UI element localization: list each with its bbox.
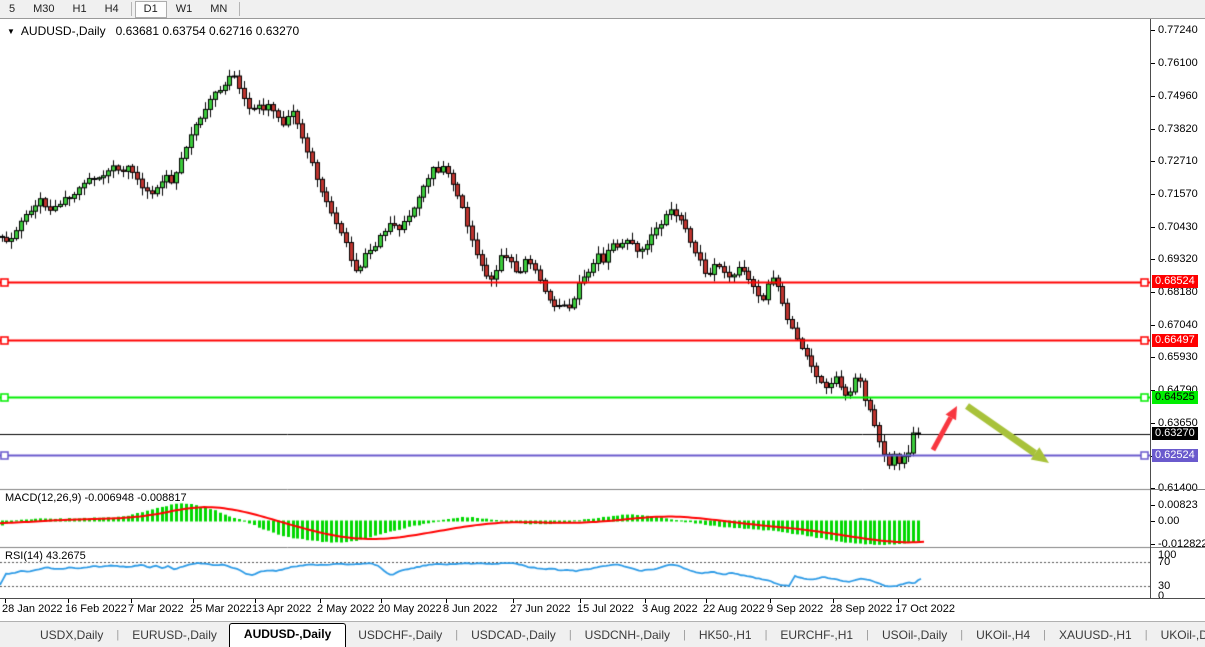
- macd-axis-tick: 0.00823: [1158, 499, 1198, 511]
- price-axis-tick: 0.76100: [1158, 57, 1198, 69]
- tab-ukoil-daily[interactable]: UKOil-,Daily: [1149, 625, 1205, 647]
- tab-usdx-daily[interactable]: USDX,Daily: [28, 625, 115, 647]
- date-axis-label: 9 Sep 2022: [767, 603, 824, 615]
- timeframe-button-w1[interactable]: W1: [167, 1, 202, 17]
- date-axis-label: 28 Sep 2022: [830, 603, 893, 615]
- price-axis-tick-mark: [1151, 96, 1155, 97]
- date-axis-label: 28 Jan 2022: [2, 603, 63, 615]
- macd-axis-tick-mark: [1151, 521, 1155, 522]
- timeframe-button-h1[interactable]: H1: [64, 1, 96, 17]
- price-axis-tick-mark: [1151, 325, 1155, 326]
- macd-axis-tick: 0.00: [1158, 515, 1180, 527]
- toolbar-separator: [239, 2, 241, 16]
- price-axis-tick: 0.67040: [1158, 319, 1198, 331]
- price-axis-tick: 0.73820: [1158, 123, 1198, 135]
- price-level-tag-0.63270: 0.63270: [1152, 427, 1198, 440]
- tab-hk50-h1[interactable]: HK50-,H1: [687, 625, 764, 647]
- tab-ukoil-h4[interactable]: UKOil-,H4: [964, 625, 1042, 647]
- rsi-axis-tick: 70: [1158, 556, 1171, 568]
- price-level-tag-0.66497: 0.66497: [1152, 334, 1198, 347]
- toolbar-separator: [130, 2, 132, 16]
- price-axis-tick-mark: [1151, 423, 1155, 424]
- tab-usdchf-daily[interactable]: USDCHF-,Daily: [346, 625, 454, 647]
- chart-tab-bar: USDX,Daily | EURUSD-,Daily AUDUSD-,Daily USD…: [0, 621, 1205, 647]
- timeframe-button-m30[interactable]: M30: [24, 1, 63, 17]
- price-axis-tick-mark: [1151, 292, 1155, 293]
- tab-eurusd-daily[interactable]: EURUSD-,Daily: [120, 625, 229, 647]
- timeframe-button-d1[interactable]: D1: [134, 0, 167, 18]
- price-level-tag-0.62524: 0.62524: [1152, 449, 1198, 462]
- timeframe-button-mn[interactable]: MN: [201, 1, 236, 17]
- date-axis-label: 17 Oct 2022: [895, 603, 955, 615]
- price-axis-tick: 0.61400: [1158, 482, 1198, 494]
- timeframe-button-h4[interactable]: H4: [96, 1, 128, 17]
- price-axis-tick-mark: [1151, 357, 1155, 358]
- tab-eurchf-h1[interactable]: EURCHF-,H1: [768, 625, 865, 647]
- price-axis-tick-mark: [1151, 194, 1155, 195]
- price-axis-tick: 0.69320: [1158, 253, 1198, 265]
- date-axis-label: 15 Jul 2022: [577, 603, 634, 615]
- price-axis-tick-mark: [1151, 63, 1155, 64]
- date-axis-label: 25 Mar 2022: [190, 603, 252, 615]
- price-axis-tick: 0.77240: [1158, 24, 1198, 36]
- date-axis-label: 20 May 2022: [378, 603, 442, 615]
- price-axis-tick: 0.72710: [1158, 155, 1198, 167]
- tab-xauusd-h1[interactable]: XAUUSD-,H1: [1047, 625, 1144, 647]
- price-axis-tick-mark: [1151, 259, 1155, 260]
- date-axis-label: 2 May 2022: [317, 603, 375, 615]
- price-axis-tick-mark: [1151, 161, 1155, 162]
- chart-region: ▼ AUDUSD-,Daily 0.63681 0.63754 0.62716 …: [0, 19, 1205, 602]
- date-axis-label: 3 Aug 2022: [642, 603, 698, 615]
- tab-audusd-daily[interactable]: AUDUSD-,Daily: [228, 623, 347, 647]
- price-axis-tick-mark: [1151, 129, 1155, 130]
- tab-usdcad-daily[interactable]: USDCAD-,Daily: [459, 625, 568, 647]
- price-axis: 0.77240 0.76100 0.74960 0.73820 0.72710 0.715…: [1150, 19, 1205, 602]
- timeframe-toolbar: 5 M30 H1 H4 D1 W1 MN: [0, 0, 1205, 19]
- date-axis-label: 22 Aug 2022: [703, 603, 765, 615]
- tab-usdcnh-daily[interactable]: USDCNH-,Daily: [573, 625, 682, 647]
- date-axis-label: 27 Jun 2022: [510, 603, 571, 615]
- price-level-tag-0.64525: 0.64525: [1152, 391, 1198, 404]
- price-axis-tick: 0.74960: [1158, 90, 1198, 102]
- date-axis-label: 13 Apr 2022: [252, 603, 312, 615]
- panel-separator: [1151, 489, 1205, 490]
- date-axis-label: 16 Feb 2022: [65, 603, 127, 615]
- price-axis-tick-mark: [1151, 30, 1155, 31]
- price-chart-canvas[interactable]: [0, 19, 1150, 598]
- price-axis-tick-mark: [1151, 227, 1155, 228]
- price-level-tag-0.68524: 0.68524: [1152, 275, 1198, 288]
- timeframe-button-5[interactable]: 5: [0, 1, 24, 17]
- price-axis-tick: 0.65930: [1158, 351, 1198, 363]
- tab-usoil-daily[interactable]: USOil-,Daily: [870, 625, 959, 647]
- trading-terminal-window: 5M30H1H4 D1W1MN ▼ AUDUSD-,Daily 0.63681 0…: [0, 0, 1205, 647]
- price-axis-tick: 0.70430: [1158, 221, 1198, 233]
- date-axis: 28 Jan 2022 16 Feb 2022 7 Mar 2022 25 Mar 2…: [0, 598, 1205, 622]
- price-axis-tick: 0.71570: [1158, 188, 1198, 200]
- date-axis-label: 8 Jun 2022: [443, 603, 498, 615]
- macd-axis-tick-mark: [1151, 505, 1155, 506]
- macd-axis-tick-mark: [1151, 544, 1155, 545]
- date-axis-label: 7 Mar 2022: [128, 603, 184, 615]
